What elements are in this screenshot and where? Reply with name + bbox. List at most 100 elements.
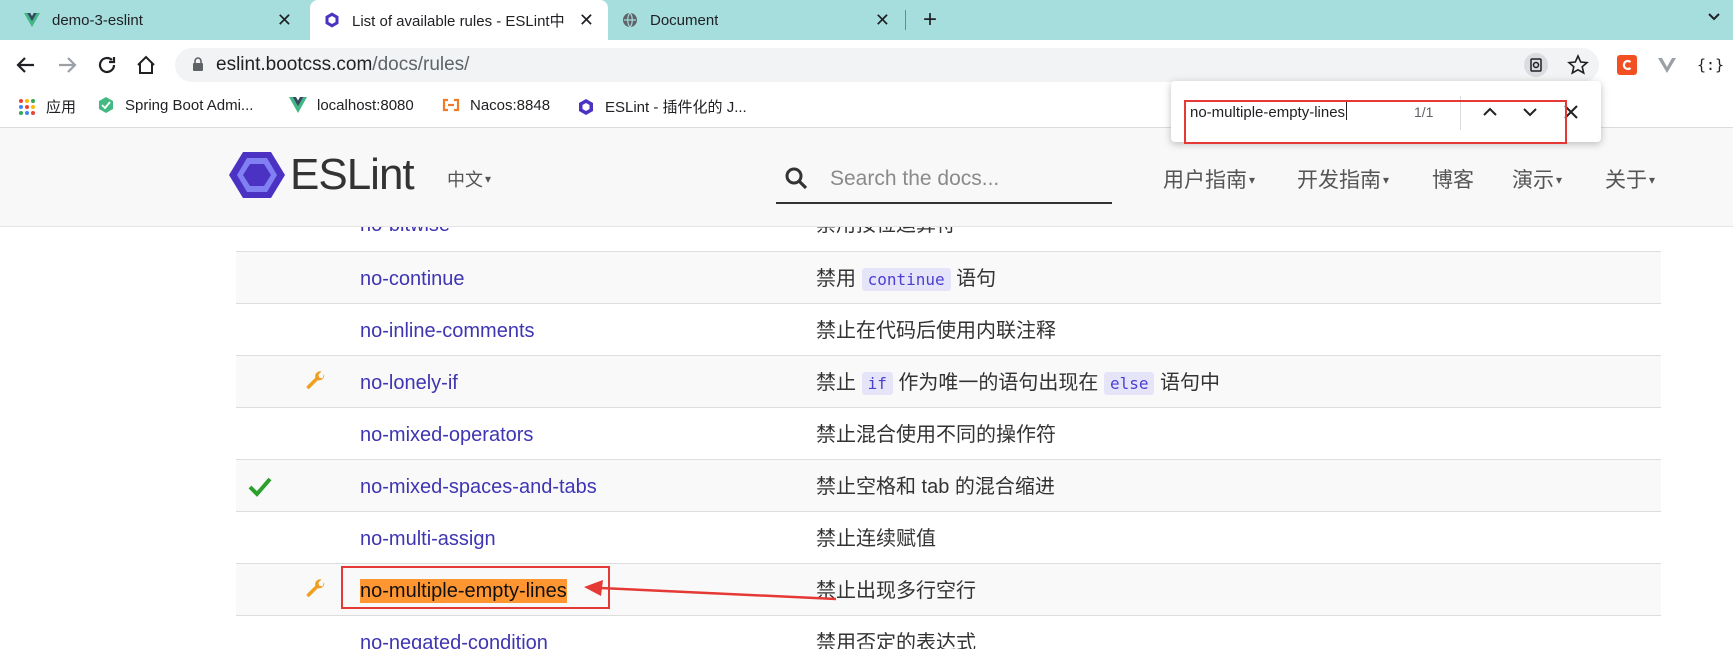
table-row: no-continue 禁用 continue 语句 [236, 251, 1661, 303]
eslint-logo-icon[interactable] [228, 150, 286, 200]
back-icon[interactable] [15, 54, 37, 76]
tab-search-icon[interactable] [1707, 10, 1721, 24]
tab-document[interactable]: Document ✕ [622, 0, 904, 40]
vue-icon [24, 13, 40, 27]
close-tab-icon[interactable]: ✕ [579, 11, 594, 29]
nav-about[interactable]: 关于 ▾ [1605, 164, 1655, 194]
eslint-icon [325, 12, 339, 28]
logo-text[interactable]: ESLint [290, 149, 415, 201]
bookmark-apps[interactable]: 应用 [18, 96, 76, 117]
nav-demo[interactable]: 演示 ▾ [1512, 164, 1562, 194]
rule-description: 禁止空格和 tab 的混合缩进 [816, 476, 1055, 498]
rule-link[interactable]: no-lonely-if [360, 371, 458, 395]
vue-icon [289, 97, 307, 113]
rule-link[interactable]: no-mixed-spaces-and-tabs [360, 475, 597, 499]
nav-label: 关于 [1605, 169, 1647, 192]
rule-description: 禁止出现多行空行 [816, 580, 976, 602]
nav-label: 用户指南 [1163, 169, 1247, 192]
table-row: no-multi-assign 禁止连续赋值 [236, 511, 1661, 563]
nav-developer-guide[interactable]: 开发指南 ▾ [1297, 164, 1389, 194]
table-row: no-mixed-spaces-and-tabs 禁止空格和 tab 的混合缩进 [236, 459, 1661, 511]
nacos-icon [442, 98, 460, 112]
annotation-box-find [1184, 100, 1567, 144]
docs-search-input[interactable] [776, 156, 1112, 204]
find-in-page-icon[interactable] [1524, 53, 1548, 77]
rule-link[interactable]: no-negated-condition [360, 631, 548, 649]
bookmark-label: ESLint - 插件化的 J... [605, 99, 747, 116]
rule-description: 禁用按位运算符 [816, 227, 956, 237]
code-keyword: if [861, 372, 893, 395]
language-dropdown[interactable]: 中文 ▾ [447, 166, 491, 192]
language-label: 中文 [447, 170, 483, 190]
nav-label: 博客 [1432, 169, 1474, 192]
table-row: no-bitwise 禁用按位运算符 [236, 227, 1661, 250]
url-text[interactable]: eslint.bootcss.com/docs/rules/ [216, 53, 469, 77]
apps-grid-icon [19, 98, 35, 115]
nav-user-guide[interactable]: 用户指南 ▾ [1163, 164, 1255, 194]
rule-link[interactable]: no-continue [360, 267, 465, 291]
desc-text: 语句 [950, 268, 997, 290]
bookmark-nacos[interactable]: Nacos:8848 [442, 96, 550, 114]
bookmark-eslint[interactable]: ESLint - 插件化的 J... [577, 96, 747, 117]
bookmark-label: Spring Boot Admi... [125, 96, 254, 114]
bookmark-star-icon[interactable] [1566, 53, 1590, 77]
chevron-down-icon: ▾ [1649, 173, 1656, 187]
bookmark-label: localhost:8080 [317, 96, 414, 114]
bookmark-label: Nacos:8848 [470, 96, 551, 114]
rule-description: 禁止混合使用不同的操作符 [816, 424, 1056, 446]
home-icon[interactable] [135, 54, 157, 76]
chevron-down-icon: ▾ [485, 172, 492, 186]
rule-description: 禁止在代码后使用内联注释 [816, 320, 1056, 342]
desc-text: 作为唯一的语句出现在 [892, 372, 1104, 394]
rule-link[interactable]: no-bitwise [360, 227, 450, 237]
chevron-down-icon: ▾ [1383, 173, 1390, 187]
desc-text: 禁用 [816, 268, 862, 290]
code-keyword: continue [861, 268, 951, 291]
tab-demo-3-eslint[interactable]: demo-3-eslint ✕ [24, 0, 306, 40]
tab-title: Document [650, 11, 719, 29]
vue-devtools-icon[interactable] [1657, 55, 1677, 75]
rule-description: 禁用否定的表达式 [816, 632, 976, 649]
nav-label: 开发指南 [1297, 169, 1381, 192]
rule-description: 禁用 continue 语句 [816, 267, 996, 292]
chevron-down-icon: ▾ [1249, 173, 1256, 187]
tab-divider [905, 10, 906, 30]
tab-title: demo-3-eslint [52, 11, 143, 29]
nav-label: 演示 [1512, 169, 1554, 192]
rule-description: 禁止连续赋值 [816, 528, 936, 550]
wrench-icon [306, 579, 325, 597]
json-viewer-icon[interactable]: {:} [1697, 55, 1724, 75]
check-icon [248, 477, 272, 497]
bookmark-localhost-8080[interactable]: localhost:8080 [289, 96, 414, 114]
table-row: no-mixed-operators 禁止混合使用不同的操作符 [236, 407, 1661, 459]
wrench-icon [306, 371, 325, 389]
bookmark-label: 应用 [46, 99, 77, 116]
desc-text: 禁止 [816, 372, 862, 394]
url-path: /docs/rules/ [372, 54, 470, 75]
close-tab-icon[interactable]: ✕ [277, 11, 292, 29]
chevron-down-icon: ▾ [1556, 173, 1563, 187]
desc-text: 语句中 [1154, 372, 1221, 394]
rule-link[interactable]: no-multi-assign [360, 527, 496, 551]
table-row: no-lonely-if 禁止 if 作为唯一的语句出现在 else 语句中 [236, 355, 1661, 407]
url-host: eslint.bootcss.com [216, 54, 373, 75]
extension-c-icon[interactable] [1617, 55, 1637, 75]
close-tab-icon[interactable]: ✕ [875, 11, 890, 29]
new-tab-button[interactable]: + [923, 8, 937, 32]
annotation-box-rule [341, 566, 610, 609]
table-row: no-inline-comments 禁止在代码后使用内联注释 [236, 303, 1661, 355]
tab-title: List of available rules - ESLint中 [352, 12, 565, 30]
spring-boot-admin-icon [99, 97, 113, 113]
bookmark-spring-boot-admin[interactable]: Spring Boot Admi... [97, 96, 253, 114]
nav-blog[interactable]: 博客 [1432, 164, 1474, 194]
reload-icon[interactable] [96, 54, 118, 76]
rule-link[interactable]: no-inline-comments [360, 319, 535, 343]
code-keyword: else [1103, 372, 1155, 395]
tab-eslint-rules[interactable]: List of available rules - ESLint中 ✕ [310, 0, 608, 40]
eslint-icon [579, 98, 593, 115]
rule-description: 禁止 if 作为唯一的语句出现在 else 语句中 [816, 371, 1220, 396]
table-row: no-negated-condition 禁用否定的表达式 [236, 615, 1661, 649]
rule-link[interactable]: no-mixed-operators [360, 423, 533, 447]
lock-icon[interactable] [192, 57, 204, 72]
forward-icon[interactable] [56, 54, 78, 76]
